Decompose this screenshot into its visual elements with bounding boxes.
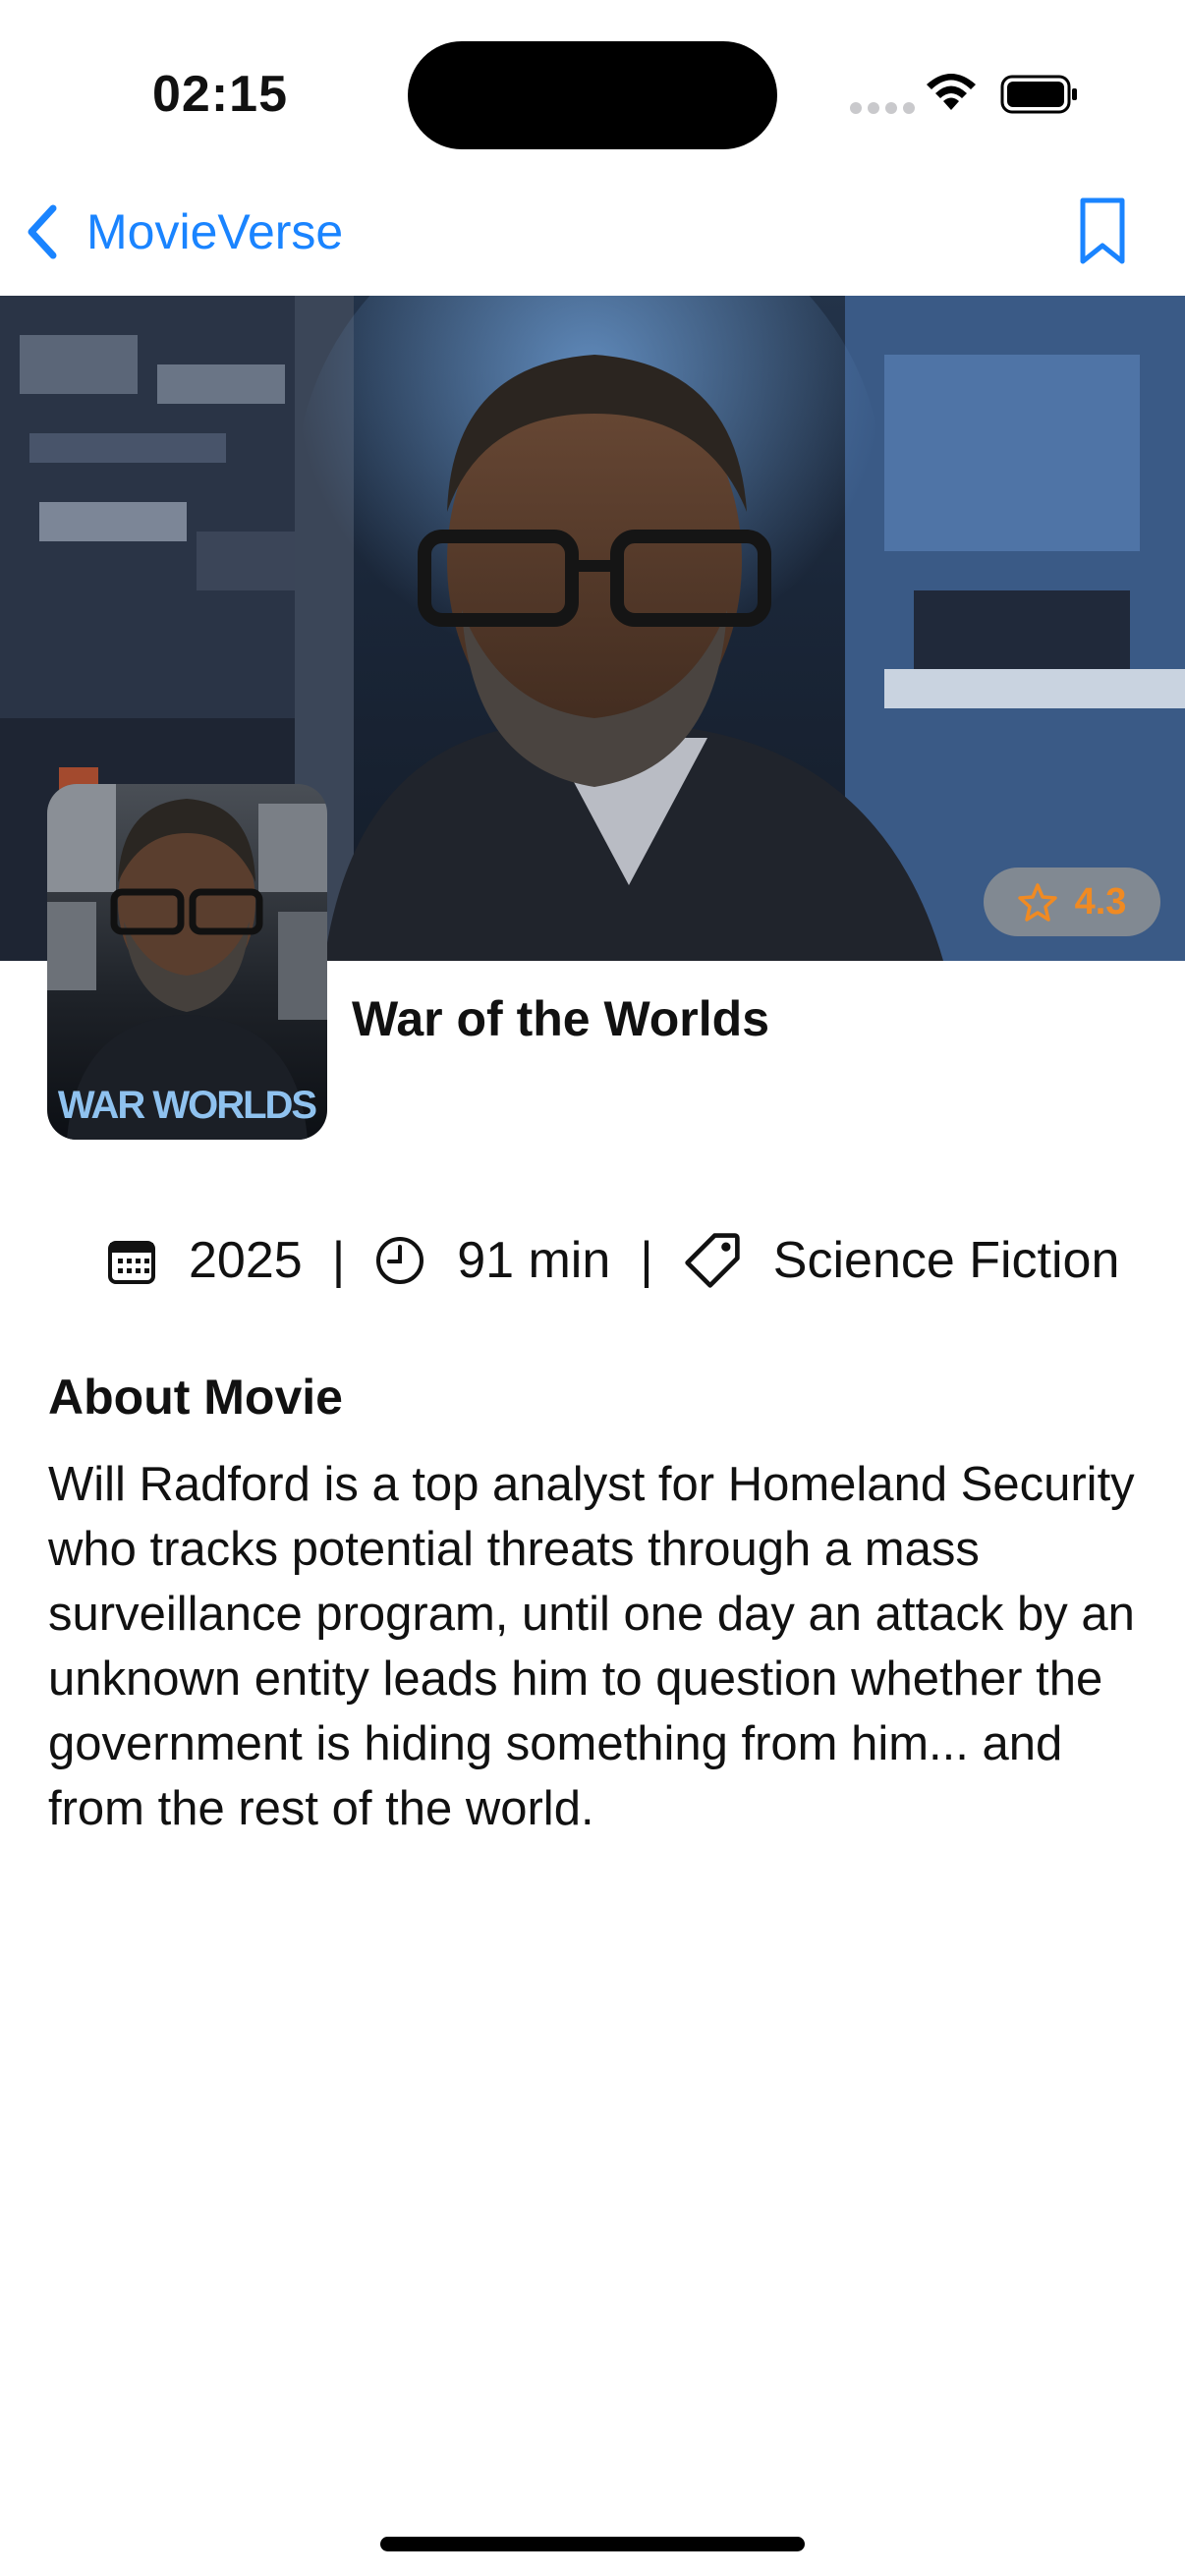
about-description: Will Radford is a top analyst for Homela… [48,1458,1135,1835]
wifi-icon [927,74,976,110]
meta-separator: | [331,1232,346,1289]
genre: Science Fiction [772,1232,1120,1289]
movie-title: War of the Worlds [352,991,769,1046]
chevron-left-icon [28,204,57,259]
bookmark-icon[interactable] [1077,196,1128,267]
dynamic-island [408,41,777,149]
back-button[interactable]: MovieVerse [22,196,343,267]
rating-value: 4.3 [1074,880,1127,923]
clock-icon [376,1237,424,1284]
runtime: 91 min [457,1232,611,1289]
status-bar: 02:15 [0,0,1185,187]
home-indicator[interactable] [380,2537,805,2551]
calendar-icon [108,1241,155,1284]
release-year: 2025 [189,1232,303,1289]
poster-image: WAR WORLDS [47,784,327,1140]
battery-icon [1000,75,1077,114]
back-button-label: MovieVerse [86,204,344,259]
star-icon [1017,883,1057,922]
about-heading: About Movie [48,1370,343,1425]
tag-icon [685,1233,740,1288]
poster-logo-text: WAR WORLDS [58,1084,317,1127]
cellular-signal-icon [850,102,915,114]
rating-badge: 4.3 [984,868,1160,936]
movie-meta-row: 2025 | 91 min | Science Fiction [106,1228,1119,1293]
meta-separator: | [640,1232,653,1289]
status-time: 02:15 [152,66,288,123]
